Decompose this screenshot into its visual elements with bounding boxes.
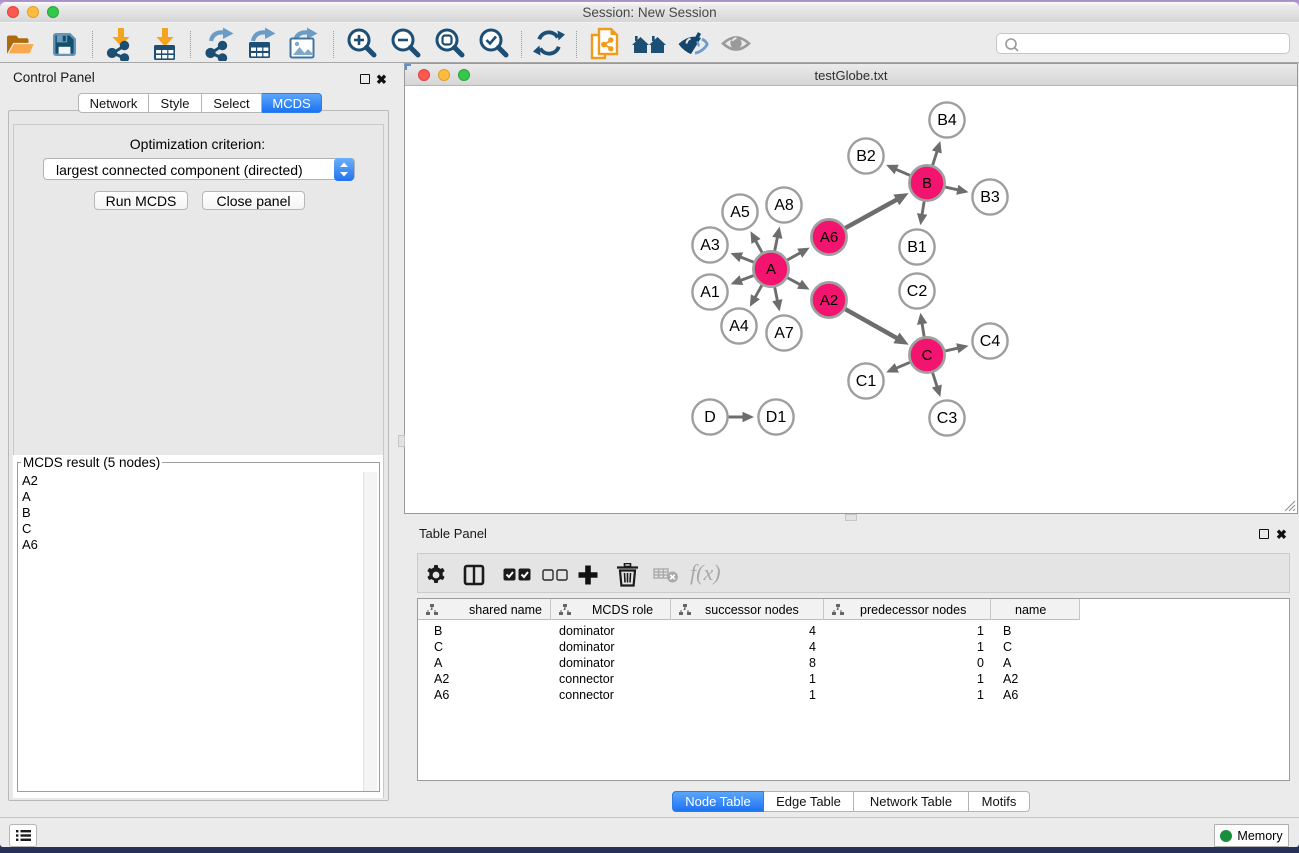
svg-text:A3: A3 — [700, 237, 720, 254]
svg-text:D: D — [704, 409, 716, 426]
svg-text:A1: A1 — [700, 284, 720, 301]
svg-text:C1: C1 — [856, 373, 877, 390]
svg-text:D1: D1 — [766, 409, 787, 426]
svg-text:A6: A6 — [820, 229, 838, 246]
svg-text:B2: B2 — [856, 148, 876, 165]
svg-text:B3: B3 — [980, 189, 1000, 206]
svg-text:B: B — [922, 175, 932, 192]
svg-text:C2: C2 — [907, 283, 928, 300]
svg-text:A5: A5 — [730, 204, 750, 221]
svg-text:A4: A4 — [729, 318, 749, 335]
svg-text:A: A — [766, 261, 776, 278]
svg-text:A2: A2 — [820, 292, 838, 309]
svg-text:B4: B4 — [937, 112, 957, 129]
svg-text:C3: C3 — [937, 410, 958, 427]
svg-text:A7: A7 — [774, 325, 794, 342]
svg-text:B1: B1 — [907, 239, 927, 256]
svg-text:C: C — [922, 347, 933, 364]
svg-text:C4: C4 — [980, 333, 1001, 350]
svg-text:A8: A8 — [774, 197, 794, 214]
